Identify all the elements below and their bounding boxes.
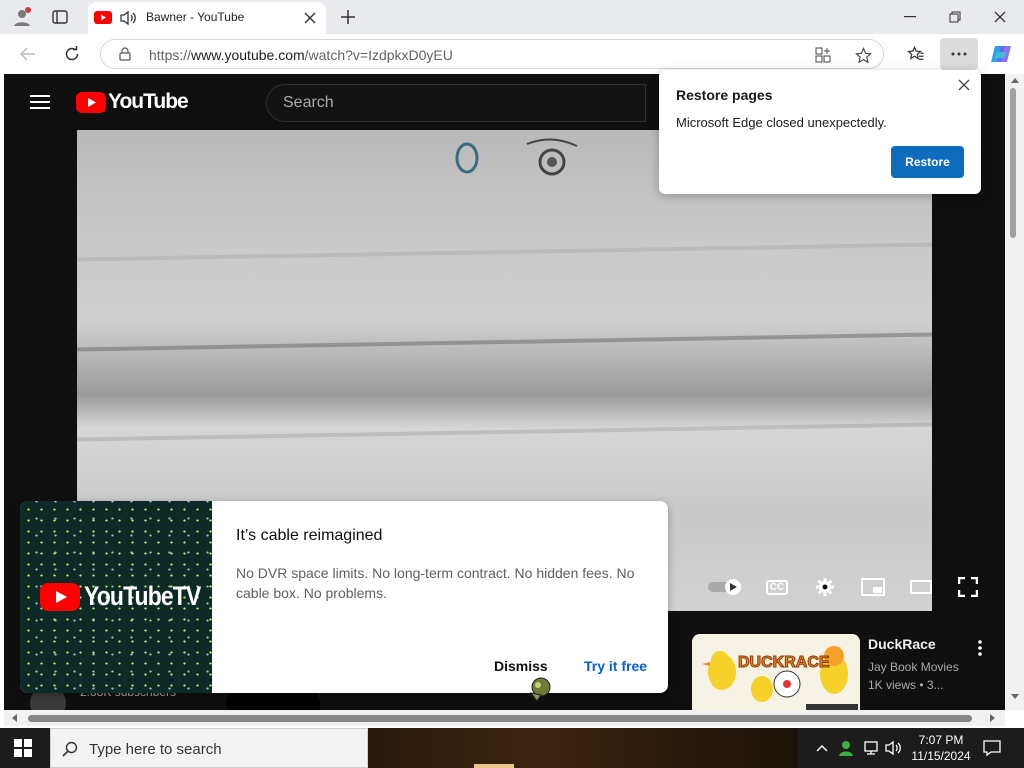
user-tray-icon[interactable] [836,738,856,758]
tab-title: Bawner - YouTube [146,10,245,24]
scroll-down-arrow-icon[interactable] [1011,694,1019,699]
promo-image: YouTubeTV [20,501,212,693]
tab-actions-icon[interactable] [50,8,70,26]
recommendation-title[interactable]: DuckRace [868,636,936,652]
dismiss-button[interactable]: Dismiss [494,658,548,674]
audio-playing-icon[interactable] [118,9,138,27]
search-icon [61,740,79,758]
taskbar-clock[interactable]: 7:07 PM 11/15/2024 [906,732,976,764]
scroll-thumb[interactable] [1010,88,1016,238]
video-frame-drawing [455,138,578,176]
address-bar[interactable]: https://www.youtube.com/watch?v=IzdpkxD0… [100,39,884,69]
copilot-icon[interactable] [988,41,1014,67]
clock-date: 11/15/2024 [911,749,971,763]
thumbnail-title-art: DUCKRACE [738,654,831,672]
volume-icon[interactable] [884,738,904,758]
try-it-free-button[interactable]: Try it free [584,658,647,674]
more-vertical-icon[interactable] [970,638,990,658]
close-popup-icon[interactable] [955,76,973,94]
minimize-icon[interactable] [896,6,924,28]
promo-body: No DVR space limits. No long-term contra… [236,565,635,601]
favorites-icon[interactable] [904,42,928,66]
new-tab-icon[interactable] [338,7,358,27]
windows-taskbar: Type here to search 7:07 PM 11/15/2024 [0,728,1024,768]
youtube-favicon-icon [94,10,112,24]
miniplayer-icon[interactable] [860,576,886,598]
notifications-icon[interactable] [982,738,1002,758]
settings-gear-icon[interactable] [813,576,837,598]
tab-bar: Bawner - YouTube [0,0,1024,34]
settings-menu-button[interactable] [940,38,978,70]
youtube-search-input[interactable]: Search [266,84,646,122]
recommendation-thumbnail[interactable]: DUCKRACE [692,634,860,710]
refresh-icon[interactable] [60,42,84,66]
youtube-tv-promo: YouTubeTV It’s cable reimagined No DVR s… [20,501,668,693]
subtitles-cc-button[interactable]: CC [765,577,789,597]
restore-popup-message: Microsoft Edge closed unexpectedly. [676,115,887,130]
vertical-scrollbar[interactable] [1005,74,1024,710]
app-available-icon[interactable] [813,45,833,65]
horizontal-scroll-thumb[interactable] [28,715,972,722]
scroll-right-arrow-icon[interactable] [990,714,995,722]
restore-pages-popup: Restore pages Microsoft Edge closed unex… [659,70,981,194]
cc-label: CC [765,579,789,595]
theater-mode-icon[interactable] [908,576,934,598]
back-icon[interactable] [16,42,40,66]
windows-start-icon[interactable] [12,738,34,758]
clock-time: 7:07 PM [918,733,964,747]
youtube-play-logo-icon [76,91,106,113]
youtube-play-logo-icon [40,582,80,611]
video-frame-fold [77,422,932,442]
horizontal-scrollbar[interactable] [4,710,1005,726]
youtube-logo[interactable]: YouTube [76,90,189,114]
more-horizontal-icon [940,38,978,70]
video-frame-fold [77,332,932,352]
favorite-star-icon[interactable] [853,45,873,65]
promo-title: It’s cable reimagined [236,527,383,544]
url-text: https://www.youtube.com/watch?v=IzdpkxD0… [149,47,453,63]
youtube-logo-text: YouTube [108,90,189,113]
close-window-icon[interactable] [986,6,1014,28]
taskbar-search-placeholder: Type here to search [89,741,222,758]
url-prefix: https:// [149,47,192,63]
mouse-cursor-icon [526,674,554,704]
youtube-tv-logo: YouTubeTV [40,581,221,612]
search-placeholder: Search [283,94,334,111]
menu-hamburger-icon[interactable] [28,92,52,112]
url-path: /watch?v=IzdpkxD0yEU [304,47,453,63]
fullscreen-icon[interactable] [956,575,980,599]
video-frame-fold [77,242,932,262]
taskbar-highlight [474,764,514,768]
taskbar-search-box[interactable]: Type here to search [50,728,368,768]
url-domain: www.youtube.com [191,47,305,63]
autoplay-toggle[interactable] [708,578,744,596]
scroll-left-arrow-icon[interactable] [12,714,17,722]
recommendation-meta: 1K views • 3... [868,678,944,692]
close-tab-icon[interactable] [302,10,318,26]
taskbar-wallpaper-area [368,728,798,768]
network-icon[interactable] [862,738,882,758]
youtube-tv-logo-text: YouTubeTV [84,581,201,611]
browser-tab[interactable]: Bawner - YouTube [88,2,326,34]
restore-window-icon[interactable] [941,6,969,28]
profile-icon[interactable] [10,6,34,28]
show-hidden-icons-chevron-icon[interactable] [814,740,830,756]
scroll-up-arrow-icon[interactable] [1011,78,1019,83]
restore-button[interactable]: Restore [891,146,964,178]
duck-thumbnail-art [692,634,860,710]
lock-icon[interactable] [117,46,133,62]
restore-popup-title: Restore pages [676,87,773,103]
recommendation-channel[interactable]: Jay Book Movies [868,660,959,674]
